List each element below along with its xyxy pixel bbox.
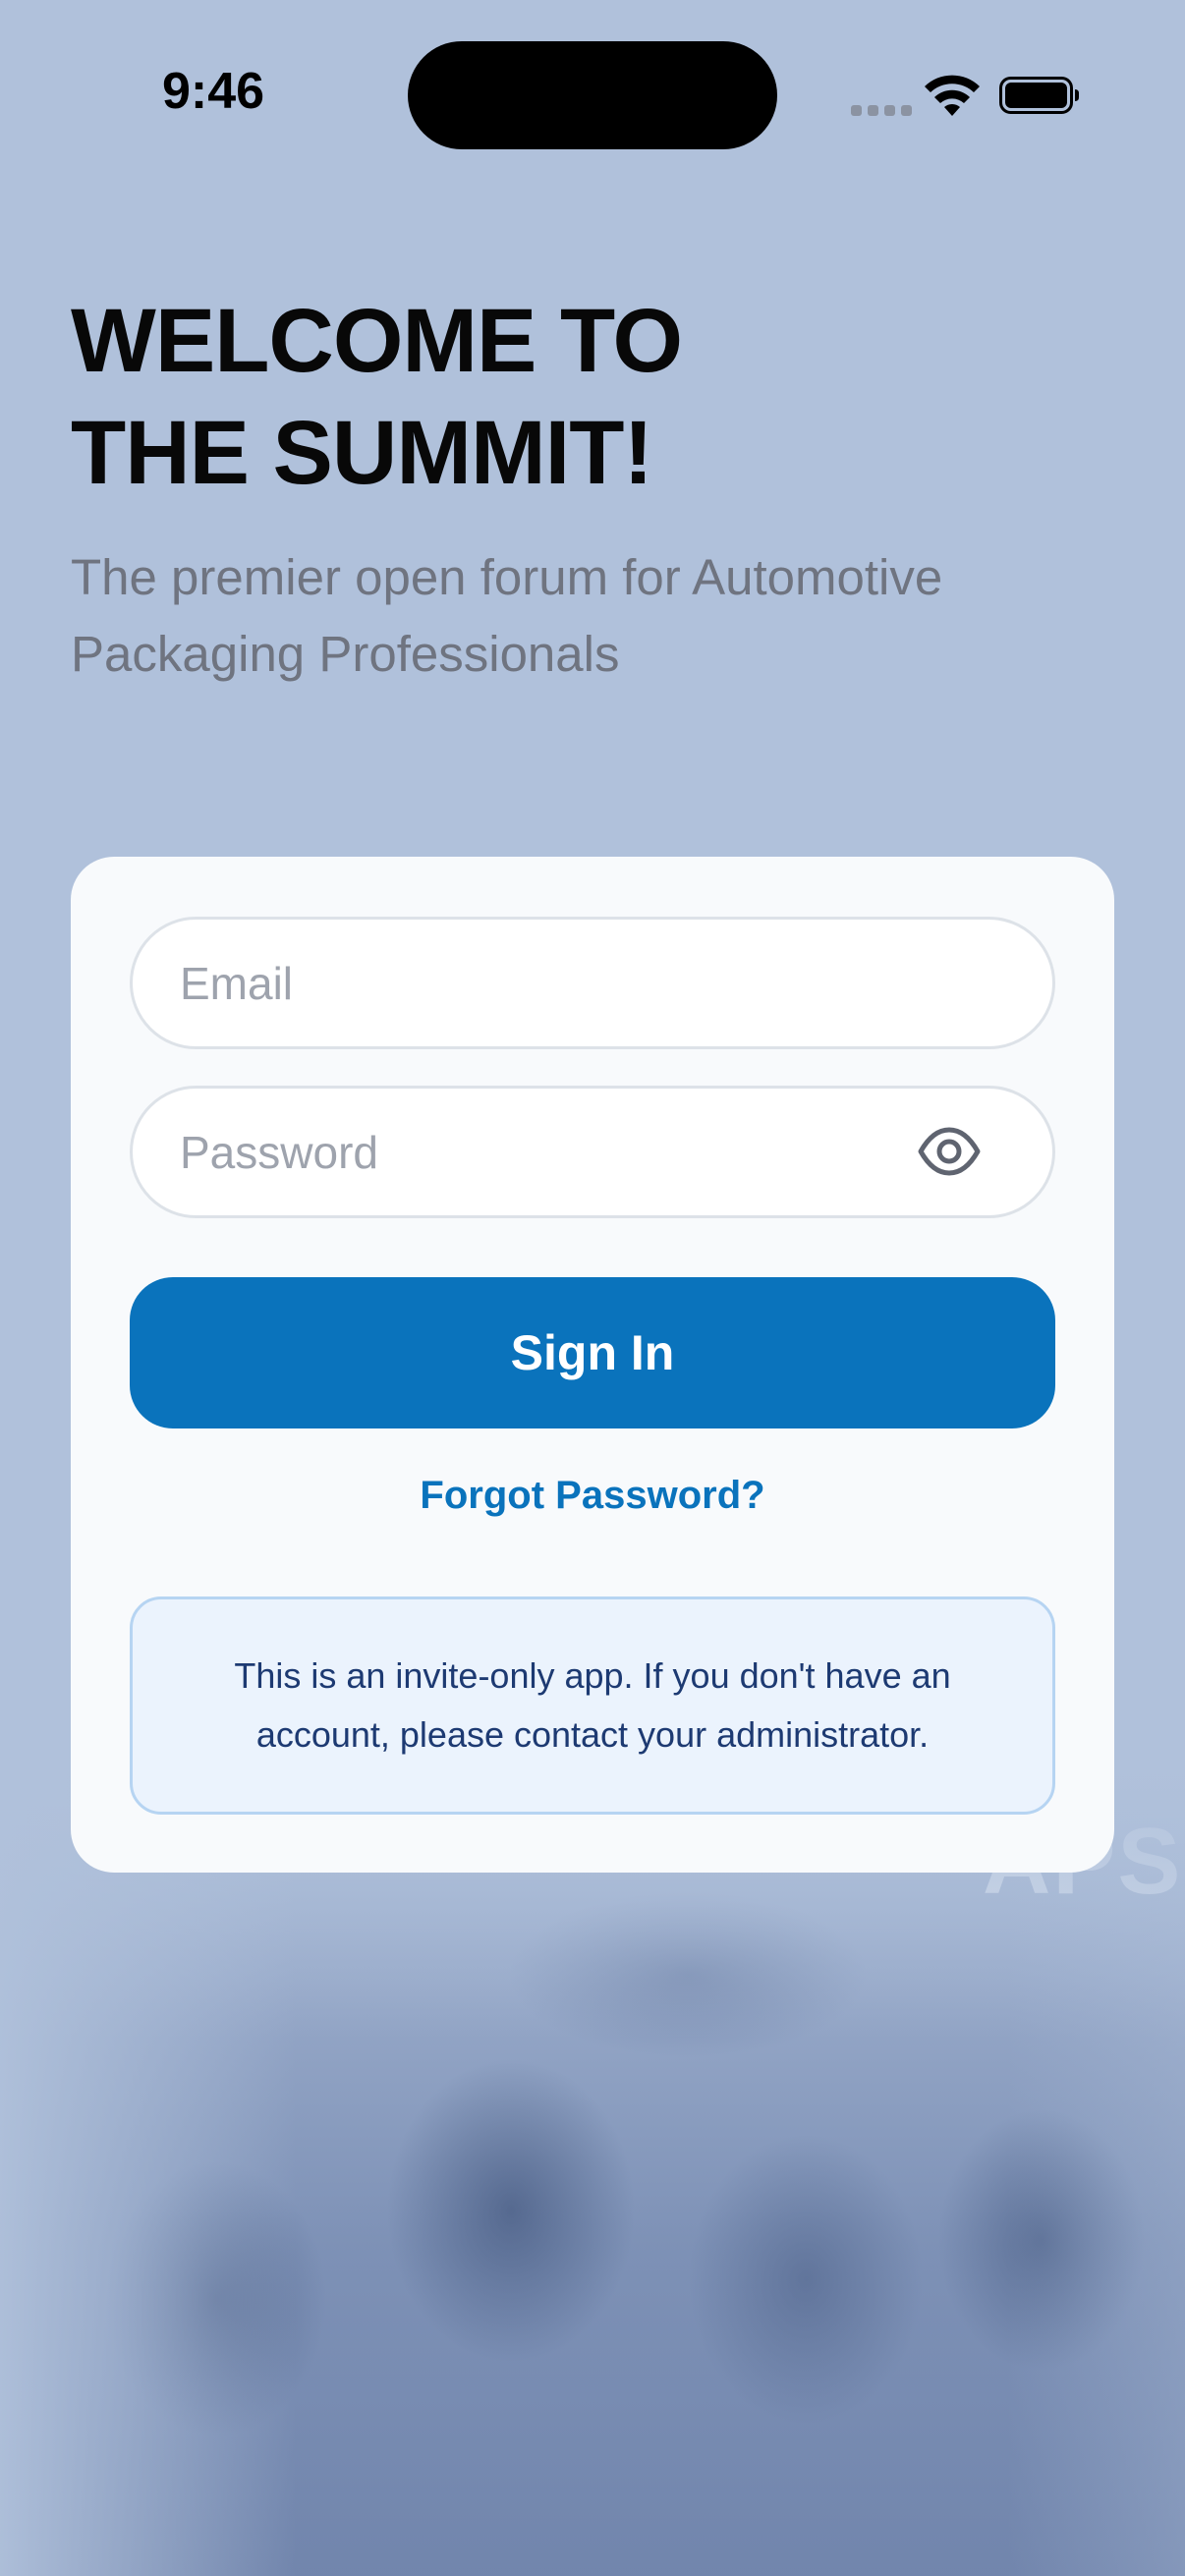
wifi-icon xyxy=(925,75,980,116)
dynamic-island xyxy=(408,41,777,149)
login-screen: APS 9:46 WELCOME TO THE SUMMIT! The prem… xyxy=(0,0,1185,2576)
sign-in-button[interactable]: Sign In xyxy=(130,1277,1055,1428)
invite-only-notice: This is an invite-only app. If you don't… xyxy=(130,1596,1055,1815)
welcome-title: WELCOME TO THE SUMMIT! xyxy=(71,285,1053,509)
email-input[interactable] xyxy=(180,920,946,1046)
cellular-signal-icon xyxy=(851,105,912,116)
email-field-container xyxy=(130,917,1055,1049)
battery-icon xyxy=(999,77,1079,114)
forgot-password-link[interactable]: Forgot Password? xyxy=(71,1474,1114,1518)
password-input[interactable] xyxy=(180,1089,946,1215)
eye-icon[interactable] xyxy=(918,1124,981,1179)
welcome-subtitle: The premier open forum for Automotive Pa… xyxy=(71,549,943,682)
status-bar-time: 9:46 xyxy=(162,63,265,120)
welcome-title-line2: THE SUMMIT! xyxy=(71,403,653,503)
welcome-title-line1: WELCOME TO xyxy=(71,291,683,391)
password-field-container xyxy=(130,1086,1055,1218)
login-card: Sign In Forgot Password? This is an invi… xyxy=(71,857,1114,1873)
invite-only-notice-text: This is an invite-only app. If you don't… xyxy=(234,1655,951,1755)
